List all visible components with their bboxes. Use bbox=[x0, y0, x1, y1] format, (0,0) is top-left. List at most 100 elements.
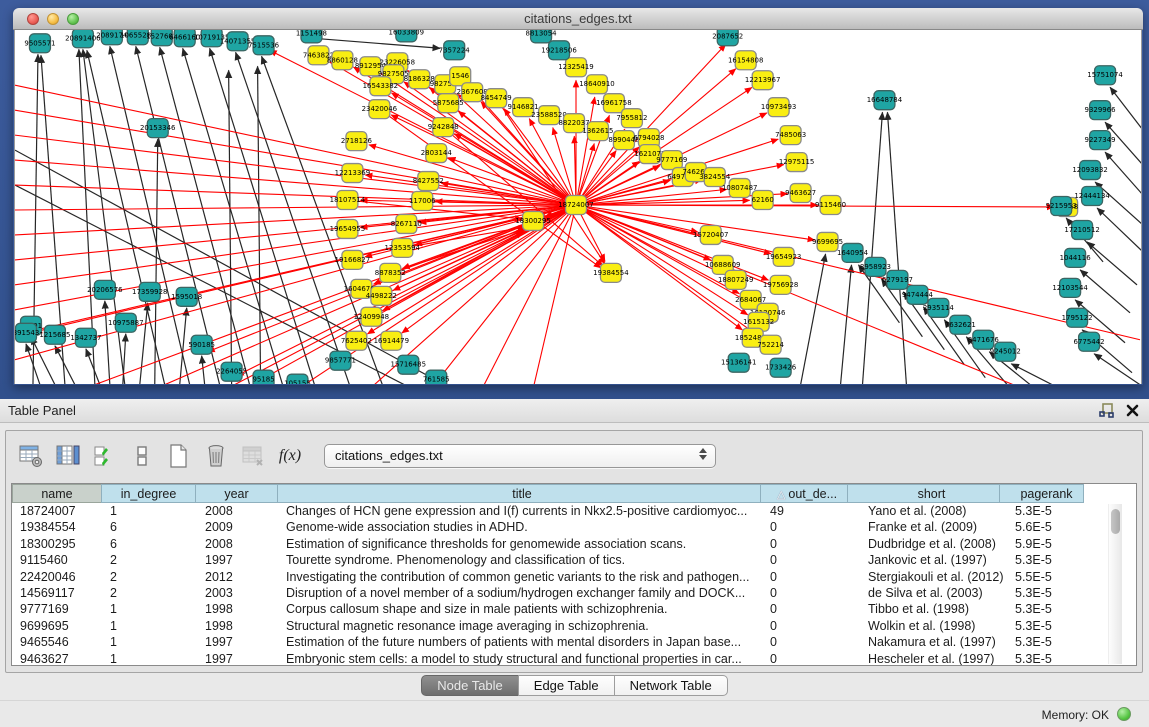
graph-node[interactable]: 20891406 bbox=[65, 30, 100, 48]
graph-node[interactable]: 9245012 bbox=[990, 342, 1021, 361]
column-header-short[interactable]: short bbox=[847, 484, 1000, 503]
table-cell[interactable]: 0 bbox=[764, 618, 852, 634]
graph-node[interactable]: 9857771 bbox=[325, 351, 356, 370]
table-cell[interactable]: 2008 bbox=[197, 536, 280, 552]
table-cell[interactable]: de Silva et al. (2003) bbox=[852, 585, 1005, 601]
column-header-out_de[interactable]: △out_de... bbox=[760, 484, 848, 503]
graph-node[interactable]: 7357224 bbox=[439, 41, 471, 60]
table-cell[interactable]: Corpus callosum shape and size in male p… bbox=[280, 601, 764, 617]
table-cell[interactable]: 0 bbox=[764, 552, 852, 568]
graph-node[interactable]: 761585 bbox=[423, 370, 450, 384]
graph-edge[interactable] bbox=[160, 47, 250, 384]
graph-node[interactable]: 19654923 bbox=[766, 247, 801, 266]
table-cell[interactable]: Franke et al. (2009) bbox=[852, 519, 1005, 535]
table-cell[interactable]: 0 bbox=[764, 569, 852, 585]
table-row[interactable]: 1830029562008Estimation of significance … bbox=[12, 536, 1136, 552]
table-cell[interactable]: 2008 bbox=[197, 503, 280, 519]
table-cell[interactable]: Disruption of a novel member of a sodium… bbox=[280, 585, 764, 601]
table-cell[interactable]: 2012 bbox=[197, 569, 280, 585]
graph-node[interactable]: 16914479 bbox=[374, 331, 409, 350]
table-cell[interactable]: 49 bbox=[764, 503, 852, 519]
table-cell[interactable]: 1 bbox=[102, 618, 197, 634]
graph-node[interactable]: 10973493 bbox=[761, 98, 796, 117]
column-header-in_degree[interactable]: in_degree bbox=[101, 484, 196, 503]
graph-node[interactable]: 18640910 bbox=[579, 75, 614, 94]
table-cell[interactable]: Genome-wide association studies in ADHD. bbox=[280, 519, 764, 535]
graph-node[interactable]: 12444134 bbox=[1074, 187, 1110, 206]
table-cell[interactable]: 14569117 bbox=[12, 585, 102, 601]
graph-node[interactable]: 7632621 bbox=[945, 315, 976, 334]
graph-node[interactable]: 2264055 bbox=[216, 362, 247, 381]
table-cell[interactable]: Wolkin et al. (1998) bbox=[852, 618, 1005, 634]
graph-node[interactable]: 17359928 bbox=[132, 282, 167, 301]
float-panel-icon[interactable] bbox=[1099, 403, 1114, 423]
table-cell[interactable]: 9115460 bbox=[12, 552, 102, 568]
table-cell[interactable]: 1 bbox=[102, 651, 197, 666]
graph-edge[interactable] bbox=[15, 110, 576, 205]
table-cell[interactable]: 9465546 bbox=[12, 634, 102, 650]
table-cell[interactable]: 0 bbox=[764, 536, 852, 552]
graph-node[interactable]: 105155 bbox=[284, 374, 311, 384]
graph-node[interactable]: 7625402 bbox=[341, 331, 372, 350]
graph-node[interactable]: 391543 bbox=[15, 323, 39, 342]
graph-node[interactable]: 12213369 bbox=[335, 164, 370, 183]
column-header-year[interactable]: year bbox=[195, 484, 278, 503]
graph-node[interactable]: 1640954 bbox=[837, 243, 869, 262]
table-cell[interactable]: 18300295 bbox=[12, 536, 102, 552]
close-window-icon[interactable] bbox=[27, 13, 39, 25]
table-row[interactable]: 1872400712008Changes of HCN gene express… bbox=[12, 503, 1136, 519]
column-header-pagerank[interactable]: pagerank bbox=[999, 484, 1084, 503]
tab-network-table[interactable]: Network Table bbox=[614, 675, 728, 696]
graph-node[interactable]: 9215953 bbox=[1046, 197, 1077, 216]
graph-node[interactable]: 1044116 bbox=[1060, 248, 1091, 267]
table-cell[interactable]: Estimation of significance thresholds fo… bbox=[280, 536, 764, 552]
table-cell[interactable]: 1 bbox=[102, 634, 197, 650]
table-cell[interactable]: 5.9E-5 bbox=[1005, 536, 1090, 552]
graph-node[interactable]: 8958923 bbox=[860, 257, 891, 276]
table-cell[interactable]: 2 bbox=[102, 552, 197, 568]
table-row[interactable]: 1456911722003Disruption of a novel membe… bbox=[12, 585, 1136, 601]
graph-node[interactable]: 5875685 bbox=[433, 94, 464, 113]
graph-node[interactable]: 12975115 bbox=[779, 153, 814, 172]
table-cell[interactable]: 0 bbox=[764, 651, 852, 666]
graph-node[interactable]: 16648784 bbox=[867, 91, 903, 110]
graph-node[interactable]: 2087652 bbox=[712, 30, 743, 46]
graph-node[interactable]: 1733426 bbox=[765, 358, 796, 377]
table-cell[interactable]: 5.3E-5 bbox=[1005, 634, 1090, 650]
graph-node[interactable]: 8878352 bbox=[375, 263, 406, 282]
table-cell[interactable]: 1 bbox=[102, 503, 197, 519]
table-cell[interactable]: 1997 bbox=[197, 651, 280, 666]
graph-node[interactable]: 16033809 bbox=[389, 30, 424, 42]
table-cell[interactable]: 2 bbox=[102, 569, 197, 585]
column-header-name[interactable]: name bbox=[12, 484, 102, 503]
column-header-title[interactable]: title bbox=[277, 484, 761, 503]
graph-node[interactable]: 10975887 bbox=[108, 313, 143, 332]
graph-node[interactable]: 9329966 bbox=[1085, 101, 1116, 120]
table-cell[interactable]: 18724007 bbox=[12, 503, 102, 519]
table-row[interactable]: 1938455462009Genome-wide association stu… bbox=[12, 519, 1136, 535]
window-titlebar[interactable]: citations_edges.txt bbox=[13, 8, 1143, 30]
table-cell[interactable]: 1998 bbox=[197, 618, 280, 634]
table-selector-dropdown[interactable]: citations_edges.txt bbox=[324, 444, 716, 468]
graph-node[interactable]: 752214 bbox=[757, 335, 784, 354]
table-cell[interactable]: 2003 bbox=[197, 585, 280, 601]
table-cell[interactable]: 0 bbox=[764, 585, 852, 601]
table-mode-icon[interactable] bbox=[18, 443, 44, 469]
function-builder-icon[interactable]: f(x) bbox=[277, 443, 303, 469]
graph-edge[interactable] bbox=[202, 356, 205, 384]
table-cell[interactable]: 5.6E-5 bbox=[1005, 519, 1090, 535]
table-cell[interactable]: 5.5E-5 bbox=[1005, 569, 1090, 585]
graph-node[interactable]: 15136141 bbox=[721, 353, 756, 372]
graph-node[interactable]: 7955812 bbox=[616, 109, 647, 128]
delete-table-icon[interactable] bbox=[240, 443, 266, 469]
table-cell[interactable]: 5.3E-5 bbox=[1005, 618, 1090, 634]
graph-node[interactable]: 12103544 bbox=[1052, 278, 1088, 297]
table-row[interactable]: 2242004622012Investigating the contribut… bbox=[12, 569, 1136, 585]
table-row[interactable]: 946362711997Embryonic stem cells: a mode… bbox=[12, 651, 1136, 666]
table-cell[interactable]: Estimation of the future numbers of pati… bbox=[280, 634, 764, 650]
graph-edge[interactable] bbox=[1094, 354, 1140, 384]
graph-node[interactable]: 9227349 bbox=[1085, 131, 1116, 150]
table-cell[interactable]: 19384554 bbox=[12, 519, 102, 535]
table-cell[interactable]: Changes of HCN gene expression and I(f) … bbox=[280, 503, 764, 519]
table-cell[interactable]: 1 bbox=[102, 601, 197, 617]
